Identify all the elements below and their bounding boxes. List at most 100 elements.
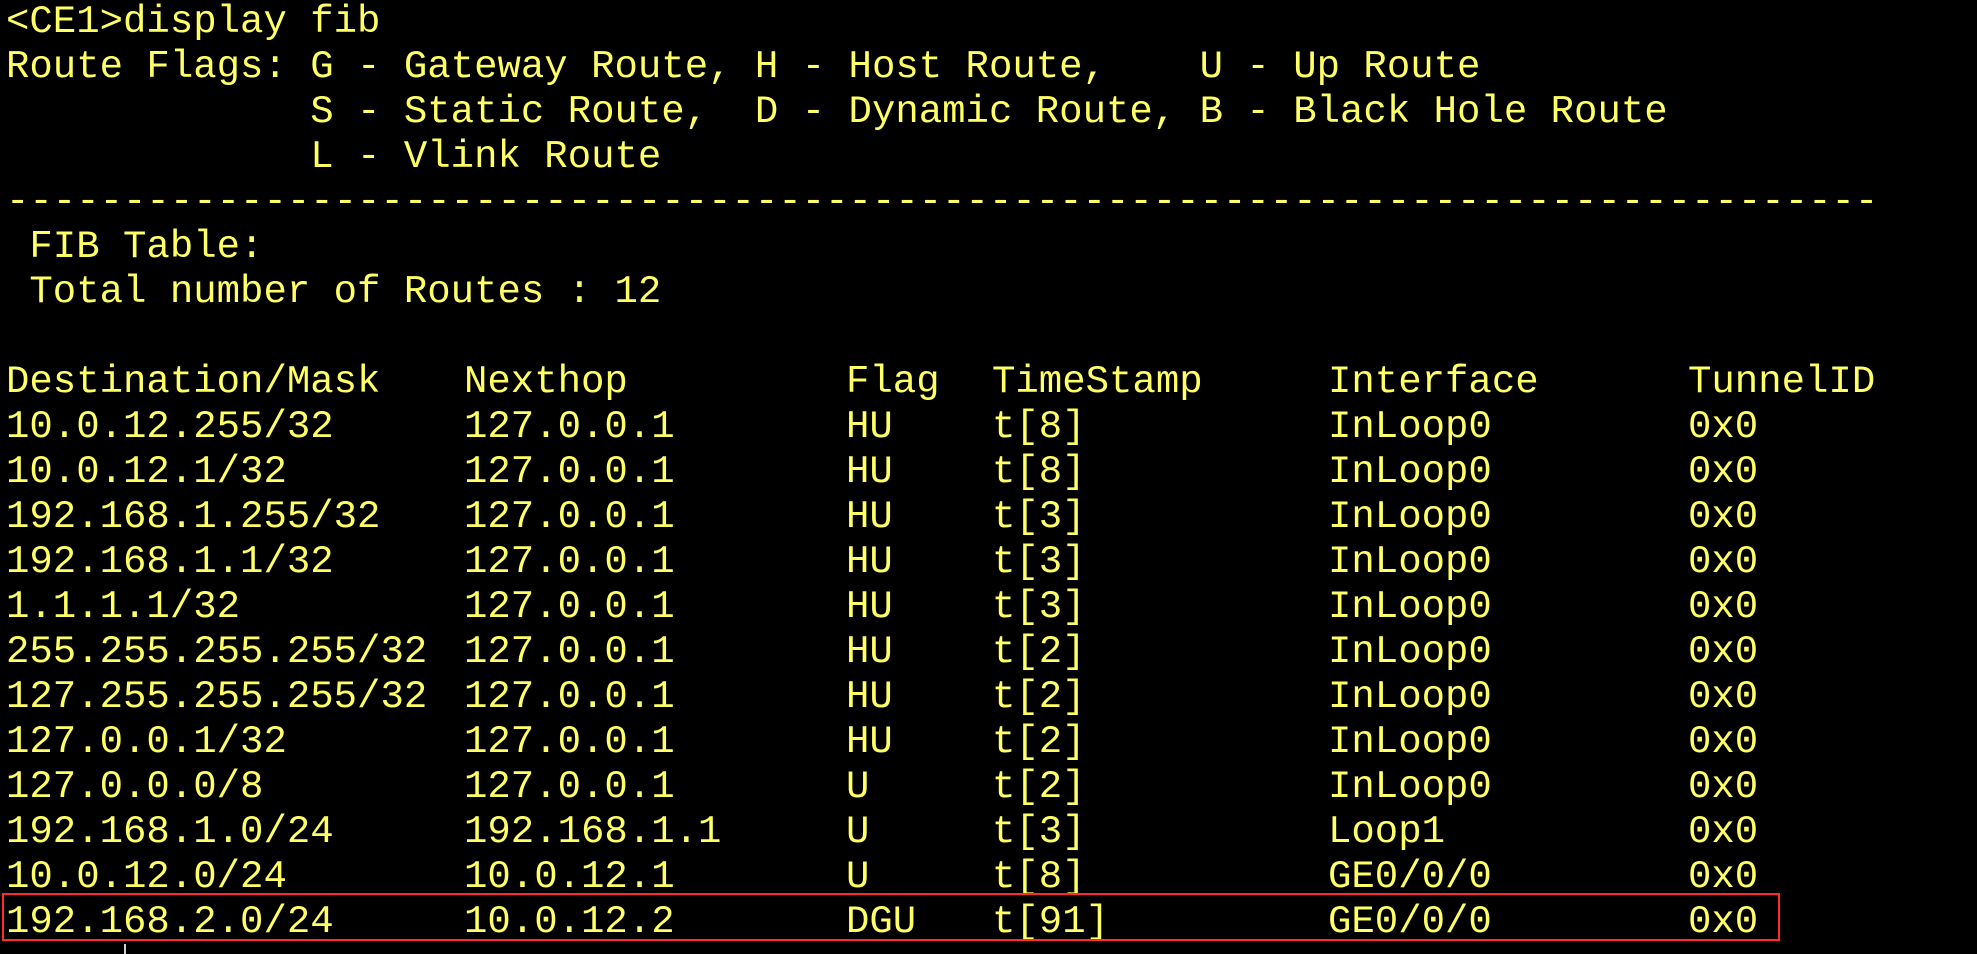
cell-interface: InLoop0 — [1328, 405, 1492, 449]
cell-tunnelid: 0x0 — [1688, 720, 1759, 764]
cell-flag: U — [846, 810, 870, 854]
cell-timestamp: t[2] — [992, 765, 1086, 809]
cell-nexthop: 10.0.12.2 — [464, 900, 675, 944]
cell-interface: InLoop0 — [1328, 765, 1492, 809]
cell-interface: InLoop0 — [1328, 495, 1492, 539]
header-interface: Interface — [1328, 360, 1539, 404]
cell-nexthop: 192.168.1.1 — [464, 810, 722, 854]
fib-table-title: FIB Table: — [6, 225, 264, 269]
cell-interface: GE0/0/0 — [1328, 855, 1492, 899]
header-tunnelid: TunnelID — [1688, 360, 1876, 404]
cell-tunnelid: 0x0 — [1688, 585, 1759, 629]
cell-flag: HU — [846, 405, 893, 449]
cell-destination: 10.0.12.1/32 — [6, 450, 287, 494]
table-row: 127.0.0.0/8 127.0.0.1 U t[2] InLoop0 0x0 — [6, 765, 1926, 810]
cell-timestamp: t[2] — [992, 675, 1086, 719]
cell-destination: 192.168.1.0/24 — [6, 810, 334, 854]
cell-interface: InLoop0 — [1328, 675, 1492, 719]
table-row: 10.0.12.1/32 127.0.0.1 HU t[8] InLoop0 0… — [6, 450, 1926, 495]
header-flag: Flag — [846, 360, 940, 404]
cell-interface: InLoop0 — [1328, 450, 1492, 494]
cell-timestamp: t[8] — [992, 405, 1086, 449]
cell-destination: 192.168.1.1/32 — [6, 540, 334, 584]
table-row: 10.0.12.255/32 127.0.0.1 HU t[8] InLoop0… — [6, 405, 1926, 450]
cell-flag: HU — [846, 540, 893, 584]
command-prompt-line: <CE1>display fib — [6, 0, 381, 44]
cell-tunnelid: 0x0 — [1688, 675, 1759, 719]
header-nexthop: Nexthop — [464, 360, 628, 404]
table-row: 192.168.1.1/32 127.0.0.1 HU t[3] InLoop0… — [6, 540, 1926, 585]
cell-nexthop: 127.0.0.1 — [464, 585, 675, 629]
cell-tunnelid: 0x0 — [1688, 405, 1759, 449]
cell-tunnelid: 0x0 — [1688, 450, 1759, 494]
route-flags-line-3: L - Vlink Route — [6, 135, 662, 179]
cell-interface: GE0/0/0 — [1328, 900, 1492, 944]
cell-destination: 10.0.12.255/32 — [6, 405, 334, 449]
cell-timestamp: t[8] — [992, 450, 1086, 494]
cell-nexthop: 127.0.0.1 — [464, 540, 675, 584]
cell-timestamp: t[3] — [992, 495, 1086, 539]
cell-timestamp: t[8] — [992, 855, 1086, 899]
cell-nexthop: 127.0.0.1 — [464, 495, 675, 539]
cell-timestamp: t[2] — [992, 720, 1086, 764]
table-row: 127.255.255.255/32 127.0.0.1 HU t[2] InL… — [6, 675, 1926, 720]
cell-nexthop: 127.0.0.1 — [464, 405, 675, 449]
cell-tunnelid: 0x0 — [1688, 495, 1759, 539]
cell-nexthop: 127.0.0.1 — [464, 675, 675, 719]
table-row: 10.0.12.0/24 10.0.12.1 U t[8] GE0/0/0 0x… — [6, 855, 1926, 900]
cell-nexthop: 127.0.0.1 — [464, 630, 675, 674]
cell-tunnelid: 0x0 — [1688, 855, 1759, 899]
cell-destination: 1.1.1.1/32 — [6, 585, 241, 629]
cell-destination: 192.168.1.255/32 — [6, 495, 381, 539]
cell-destination: 127.0.0.1/32 — [6, 720, 287, 764]
cell-tunnelid: 0x0 — [1688, 810, 1759, 854]
separator-line: ----------------------------------------… — [6, 180, 1879, 224]
cell-flag: HU — [846, 585, 893, 629]
cell-destination: 255.255.255.255/32 — [6, 630, 428, 674]
cell-tunnelid: 0x0 — [1688, 765, 1759, 809]
cell-flag: HU — [846, 675, 893, 719]
header-destination: Destination/Mask — [6, 360, 381, 404]
cell-destination: 10.0.12.0/24 — [6, 855, 287, 899]
cell-destination: 127.0.0.0/8 — [6, 765, 264, 809]
cell-flag: DGU — [846, 900, 917, 944]
cell-timestamp: t[91] — [992, 900, 1110, 944]
cell-tunnelid: 0x0 — [1688, 900, 1759, 944]
total-routes-line: Total number of Routes : 12 — [6, 270, 662, 314]
cell-interface: InLoop0 — [1328, 720, 1492, 764]
cell-tunnelid: 0x0 — [1688, 540, 1759, 584]
cell-timestamp: t[3] — [992, 585, 1086, 629]
cell-interface: InLoop0 — [1328, 540, 1492, 584]
cell-flag: HU — [846, 495, 893, 539]
table-row: 1.1.1.1/32 127.0.0.1 HU t[3] InLoop0 0x0 — [6, 585, 1926, 630]
cell-flag: U — [846, 765, 870, 809]
cell-nexthop: 127.0.0.1 — [464, 720, 675, 764]
fib-table-header: Destination/Mask Nexthop Flag TimeStamp … — [6, 360, 1926, 405]
text-cursor — [124, 944, 126, 954]
cell-interface: Loop1 — [1328, 810, 1446, 854]
cell-nexthop: 127.0.0.1 — [464, 765, 675, 809]
cell-flag: HU — [846, 720, 893, 764]
table-row: 255.255.255.255/32 127.0.0.1 HU t[2] InL… — [6, 630, 1926, 675]
table-row-highlighted: 192.168.2.0/24 10.0.12.2 DGU t[91] GE0/0… — [6, 900, 1926, 945]
terminal-window[interactable]: <CE1>display fib Route Flags: G - Gatewa… — [0, 0, 1977, 954]
cell-nexthop: 127.0.0.1 — [464, 450, 675, 494]
table-row: 192.168.1.0/24 192.168.1.1 U t[3] Loop1 … — [6, 810, 1926, 855]
fib-table: Destination/Mask Nexthop Flag TimeStamp … — [6, 360, 1926, 945]
header-timestamp: TimeStamp — [992, 360, 1203, 404]
cell-flag: HU — [846, 450, 893, 494]
cell-interface: InLoop0 — [1328, 585, 1492, 629]
route-flags-line-1: Route Flags: G - Gateway Route, H - Host… — [6, 45, 1481, 89]
cell-tunnelid: 0x0 — [1688, 630, 1759, 674]
cell-flag: HU — [846, 630, 893, 674]
cell-nexthop: 10.0.12.1 — [464, 855, 675, 899]
cell-destination: 127.255.255.255/32 — [6, 675, 428, 719]
cell-interface: InLoop0 — [1328, 630, 1492, 674]
table-row: 192.168.1.255/32 127.0.0.1 HU t[3] InLoo… — [6, 495, 1926, 540]
cell-destination: 192.168.2.0/24 — [6, 900, 334, 944]
cell-timestamp: t[3] — [992, 540, 1086, 584]
cell-timestamp: t[3] — [992, 810, 1086, 854]
route-flags-line-2: S - Static Route, D - Dynamic Route, B -… — [6, 90, 1668, 134]
cell-flag: U — [846, 855, 870, 899]
cell-timestamp: t[2] — [992, 630, 1086, 674]
